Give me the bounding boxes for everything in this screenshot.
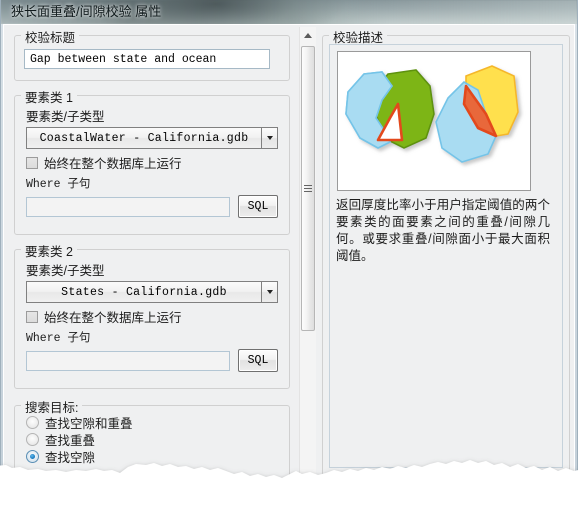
illustration-frame [337,51,531,191]
fc1-feature-class-combobox[interactable]: CoastalWater - California.gdb [26,127,278,149]
scrollbar-up-button[interactable] [300,27,316,44]
fc1-sql-button[interactable]: SQL [238,195,278,218]
fc1-subtype-label: 要素类/子类型 [26,110,105,124]
fc1-where-input[interactable] [26,197,230,217]
description-content-panel: 返回厚度比率小于用户指定阈值的两个要素类的面要素之间的重叠/间隙几何。或要求重叠… [329,44,563,468]
fc1-whole-database-checkbox[interactable] [26,156,38,169]
description-text: 返回厚度比率小于用户指定阈值的两个要素类的面要素之间的重叠/间隙几何。或要求重叠… [336,198,550,263]
grip-lines-icon [304,185,312,192]
fc2-whole-database-checkbox-row[interactable]: 始终在整个数据库上运行 [26,307,182,326]
radio-icon-selected[interactable] [26,450,39,463]
fc2-combobox-dropdown-button[interactable] [261,281,278,303]
fc1-where-label: Where 子句 [26,178,91,191]
scrollbar-down-button[interactable] [300,468,316,485]
fc2-subtype-label: 要素类/子类型 [26,264,105,278]
fc2-whole-database-label: 始终在整个数据库上运行 [44,311,182,325]
fc1-combobox-value: CoastalWater - California.gdb [26,127,261,149]
left-scroll-pane: 校验标题 要素类 1 要素类/子类型 CoastalWater - Califo… [10,27,296,485]
fc1-whole-database-checkbox-row[interactable]: 始终在整个数据库上运行 [26,153,182,172]
fc1-combobox-dropdown-button[interactable] [261,127,278,149]
description-group: 校验描述 返回厚度比率小于用户指定阈值的两个要素类的面要素之间的重叠/间隙几何。… [322,27,570,477]
fc1-whole-database-label: 始终在整个数据库上运行 [44,157,182,171]
fc2-feature-class-combobox[interactable]: States - California.gdb [26,281,278,303]
validation-title-caption: 校验标题 [21,27,80,46]
search-target-option-label: 查找空隙 [45,451,96,465]
validation-title-input[interactable] [24,49,270,69]
gap-and-overlap-illustration-icon [345,65,519,163]
right-pane: 校验描述 返回厚度比率小于用户指定阈值的两个要素类的面要素之间的重叠/间隙几何。… [322,27,570,485]
chevron-down-icon [266,136,273,140]
fc2-where-label: Where 子句 [26,332,91,345]
triangle-down-icon [304,474,312,479]
chevron-down-icon [266,290,273,294]
fc2-combobox-value: States - California.gdb [26,281,261,303]
dialog-client-area: 校验标题 要素类 1 要素类/子类型 CoastalWater - Califo… [3,24,575,488]
triangle-up-icon [304,33,312,38]
scrollbar-thumb[interactable] [301,46,315,331]
vertical-scrollbar[interactable] [299,27,316,485]
title-bar[interactable]: 狭长面重叠/间隙校验 属性 [1,0,577,24]
feature-class-1-caption: 要素类 1 [21,87,77,106]
radio-icon[interactable] [26,433,39,446]
fc2-whole-database-checkbox[interactable] [26,310,38,323]
search-target-option-gaps[interactable]: 查找空隙 [26,447,95,466]
fc2-where-input[interactable] [26,351,230,371]
feature-class-2-caption: 要素类 2 [21,241,77,260]
fc2-sql-button[interactable]: SQL [238,349,278,372]
window-title: 狭长面重叠/间隙校验 属性 [11,4,162,19]
radio-icon[interactable] [26,416,39,429]
dialog-window: 狭长面重叠/间隙校验 属性 校验标题 要素类 1 要素类/子类型 Coastal… [0,0,578,490]
